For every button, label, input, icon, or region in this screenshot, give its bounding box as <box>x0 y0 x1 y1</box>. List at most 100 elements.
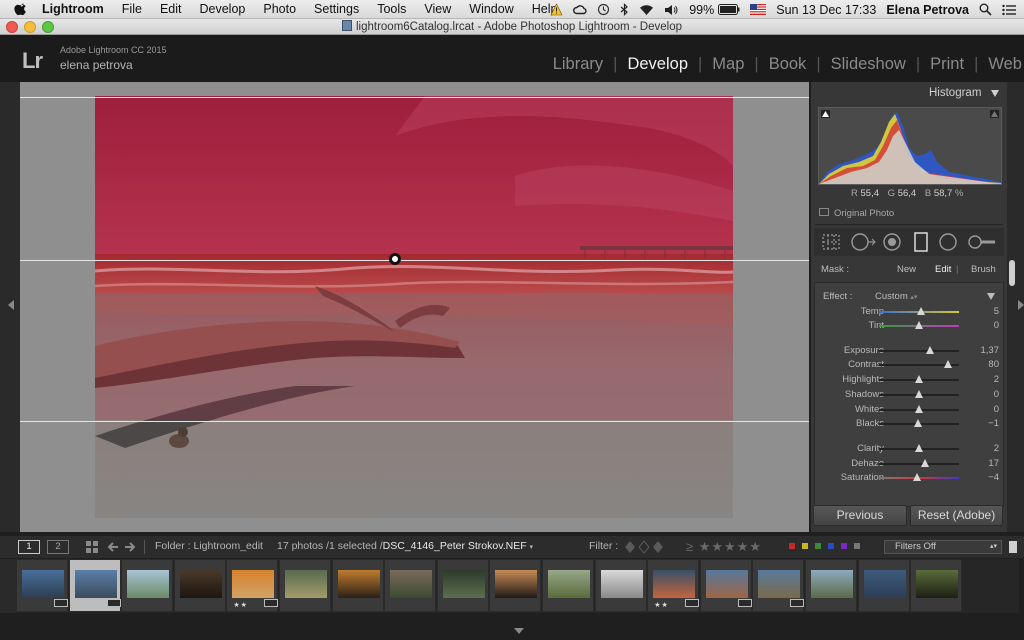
flag-filter-icons[interactable] <box>624 540 670 554</box>
thumbnail-image[interactable] <box>74 570 121 607</box>
creative-cloud-icon[interactable] <box>573 3 587 16</box>
highlight-clipping-icon[interactable] <box>990 110 999 118</box>
histogram-title[interactable]: Histogram <box>929 87 981 99</box>
develop-badge-icon[interactable] <box>106 599 121 607</box>
image-canvas[interactable] <box>20 82 809 532</box>
filmstrip-panel-toggle-icon[interactable] <box>514 628 524 634</box>
mask-edit-button[interactable]: Edit <box>935 264 951 275</box>
gradient-line-top[interactable] <box>20 97 809 98</box>
slider-shadows[interactable]: Shadows 0 <box>819 388 1003 402</box>
previous-button[interactable]: Previous <box>813 505 907 526</box>
folder-source[interactable]: Folder : Lightroom_edit <box>155 540 263 552</box>
thumbnail-image[interactable] <box>916 570 959 598</box>
filmstrip-thumbnail[interactable] <box>805 559 857 612</box>
module-web[interactable]: Web <box>988 55 1022 74</box>
thumbnail-image[interactable] <box>179 570 222 598</box>
zoom-window-button[interactable] <box>42 21 54 33</box>
histogram[interactable] <box>818 107 1002 185</box>
module-map[interactable]: Map <box>712 55 744 74</box>
effect-preset-dropdown[interactable]: Custom ▴▾ <box>875 291 917 302</box>
star-rating-filter[interactable]: ≥ ★★★★★ <box>686 539 762 555</box>
slider-whites[interactable]: Whites 0 <box>819 403 1003 417</box>
spot-removal-icon[interactable] <box>850 232 876 252</box>
slider-knob[interactable] <box>926 346 935 354</box>
thumbnail-image[interactable] <box>285 570 327 598</box>
left-panel-toggle-icon[interactable] <box>8 300 14 310</box>
slider-saturation[interactable]: Saturation −4 <box>819 471 1003 485</box>
filmstrip-thumbnail[interactable] <box>384 559 437 612</box>
slider-clarity[interactable]: Clarity 2 <box>819 442 1003 456</box>
develop-badge-icon[interactable] <box>737 599 752 607</box>
filmstrip-thumbnail[interactable] <box>594 559 647 612</box>
menu-photo[interactable]: Photo <box>263 2 296 16</box>
thumbnail-image[interactable] <box>863 570 906 598</box>
radial-filter-icon[interactable] <box>938 232 958 252</box>
slider-knob[interactable] <box>916 307 925 315</box>
slider-value[interactable]: −4 <box>969 472 999 483</box>
photo-count[interactable]: 17 photos /1 selected /DSC_4146_Peter St… <box>277 540 533 552</box>
module-library[interactable]: Library <box>553 55 603 74</box>
next-photo-icon[interactable] <box>125 541 137 553</box>
menu-window[interactable]: Window <box>469 2 513 16</box>
slider-exposure[interactable]: Exposure 1,37 <box>819 344 1003 358</box>
battery-icon[interactable] <box>718 4 740 15</box>
filmstrip-thumbnail[interactable] <box>331 559 384 612</box>
filmstrip-thumbnail[interactable] <box>436 559 489 612</box>
mask-new-button[interactable]: New <box>897 264 916 275</box>
slider-value[interactable]: 5 <box>969 306 999 317</box>
bluetooth-icon[interactable] <box>620 3 629 16</box>
slider-value[interactable]: 2 <box>969 443 999 454</box>
slider-highlights[interactable]: Highlights 2 <box>819 373 1003 387</box>
grid-view-icon[interactable] <box>86 541 98 553</box>
slider-value[interactable]: 0 <box>969 404 999 415</box>
filter-preset-dropdown[interactable]: Filters Off ▴▾ <box>884 540 1002 554</box>
develop-badge-icon[interactable] <box>685 599 700 607</box>
thumbnail-image[interactable] <box>548 570 590 598</box>
slider-value[interactable]: 80 <box>969 359 999 370</box>
module-book[interactable]: Book <box>769 55 807 74</box>
second-window-button[interactable]: 2 <box>47 540 69 554</box>
effect-panel-collapse-icon[interactable] <box>987 293 995 300</box>
thumbnail-image[interactable] <box>390 570 433 598</box>
slider-track[interactable] <box>879 350 959 352</box>
shadow-clipping-icon[interactable] <box>821 110 830 118</box>
slider-knob[interactable] <box>915 444 923 452</box>
thumbnail-image[interactable] <box>442 570 485 598</box>
slider-contrast[interactable]: Contrast 80 <box>819 358 1003 372</box>
slider-knob[interactable] <box>914 419 923 427</box>
thumbnail-image[interactable] <box>600 570 643 598</box>
menu-view[interactable]: View <box>424 2 451 16</box>
filmstrip-thumbnail[interactable] <box>542 559 594 612</box>
slider-value[interactable]: 2 <box>969 374 999 385</box>
slider-knob[interactable] <box>915 321 923 329</box>
slider-value[interactable]: −1 <box>969 418 999 429</box>
filmstrip-thumbnail[interactable] <box>910 559 963 612</box>
photo-preview[interactable] <box>95 96 733 518</box>
original-photo-checkbox[interactable] <box>819 208 829 216</box>
slider-value[interactable]: 1,37 <box>969 345 1000 356</box>
close-window-button[interactable] <box>6 21 18 33</box>
develop-badge-icon[interactable] <box>54 599 68 607</box>
filmstrip-thumbnail[interactable] <box>173 559 226 612</box>
wifi-icon[interactable] <box>639 4 654 16</box>
filmstrip-thumbnail[interactable] <box>279 559 331 612</box>
warning-icon[interactable] <box>550 3 563 16</box>
filmstrip-thumbnail[interactable] <box>699 559 752 612</box>
filmstrip-thumbnail[interactable] <box>857 559 910 612</box>
thumbnail-image[interactable] <box>127 570 170 598</box>
slider-tint[interactable]: Tint 0 <box>819 319 1003 333</box>
right-scrollbar-thumb[interactable] <box>1009 260 1015 286</box>
gradient-line-center[interactable] <box>20 260 809 261</box>
menu-tools[interactable]: Tools <box>377 2 406 16</box>
menubar-user[interactable]: Elena Petrova <box>886 3 969 17</box>
panel-collapse-icon[interactable] <box>991 90 999 97</box>
slider-knob[interactable] <box>913 473 922 481</box>
menu-lightroom[interactable]: Lightroom <box>42 2 104 16</box>
slider-knob[interactable] <box>915 375 923 383</box>
filter-switch-icon[interactable] <box>1008 540 1018 554</box>
thumbnail-image[interactable] <box>653 570 700 607</box>
slider-knob[interactable] <box>943 360 952 368</box>
slider-value[interactable]: 0 <box>969 389 999 400</box>
gradient-line-bottom[interactable] <box>20 421 809 422</box>
filename-dropdown-icon[interactable]: ▾ <box>530 544 534 551</box>
